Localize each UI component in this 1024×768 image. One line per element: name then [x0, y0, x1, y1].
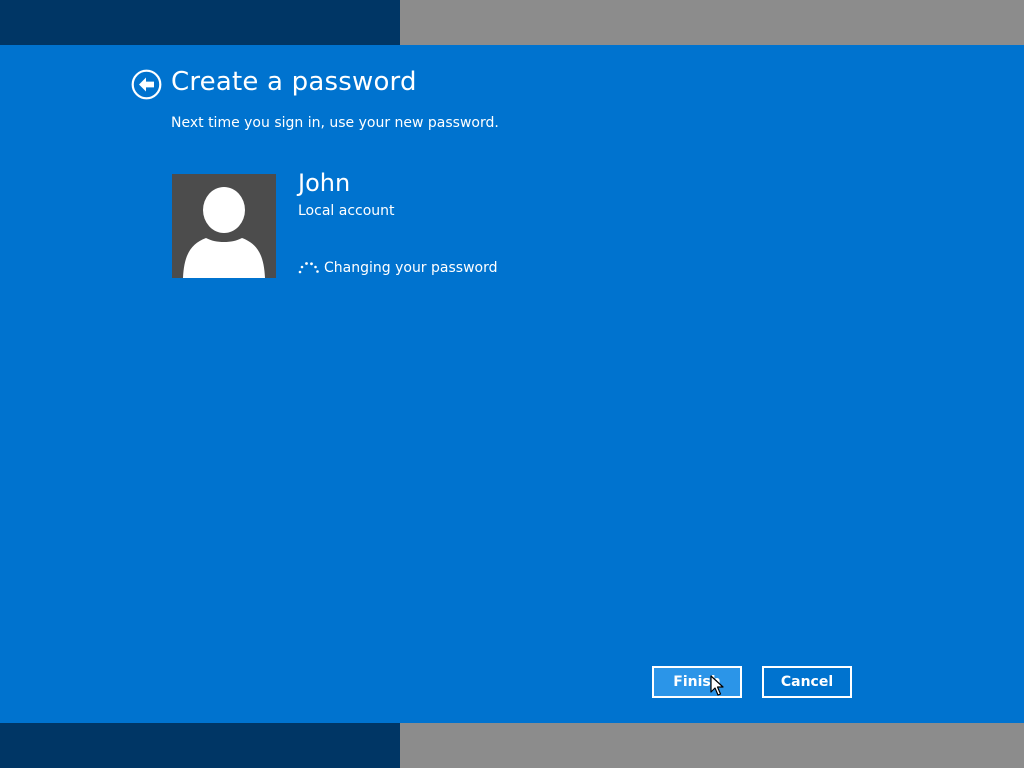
- user-silhouette-icon: [183, 187, 265, 278]
- top-band: [0, 0, 1024, 45]
- bottom-band-dark: [0, 723, 400, 768]
- status-text: Changing your password: [324, 260, 498, 276]
- top-band-dark: [0, 0, 400, 45]
- finish-button[interactable]: Finish: [652, 666, 742, 698]
- back-button[interactable]: [131, 69, 162, 100]
- status-row: Changing your password: [298, 258, 497, 278]
- user-name: John: [298, 169, 351, 197]
- window-frame: Create a password Next time you sign in,…: [0, 0, 1024, 768]
- loading-spinner-icon: [298, 261, 320, 275]
- page-subtitle: Next time you sign in, use your new pass…: [171, 115, 499, 131]
- create-password-dialog: Create a password Next time you sign in,…: [0, 45, 1024, 723]
- bottom-band-gray: [400, 723, 1024, 768]
- cancel-button[interactable]: Cancel: [762, 666, 852, 698]
- bottom-band: [0, 723, 1024, 768]
- account-type: Local account: [298, 203, 395, 219]
- back-arrow-icon: [131, 69, 162, 100]
- page-title: Create a password: [171, 67, 417, 97]
- top-band-gray: [400, 0, 1024, 45]
- avatar: [172, 174, 276, 278]
